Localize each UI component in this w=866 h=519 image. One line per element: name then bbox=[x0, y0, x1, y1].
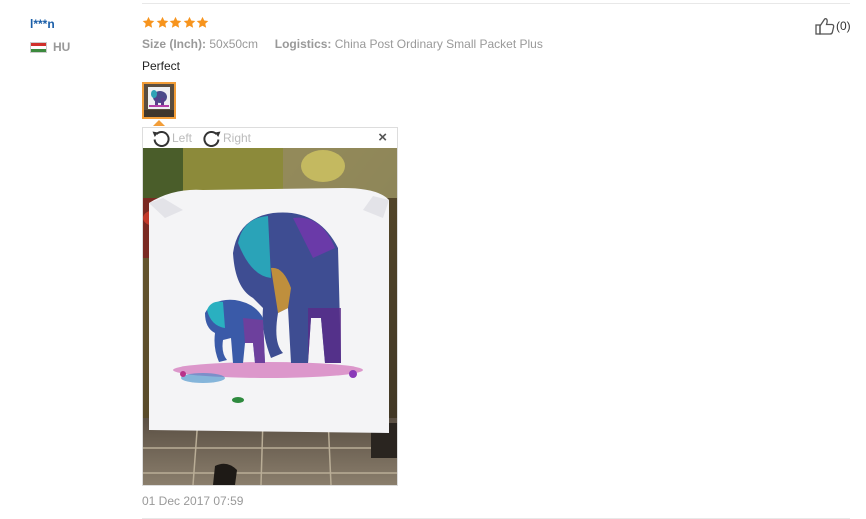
attr-logistics-key: Logistics: bbox=[274, 37, 332, 51]
reviewer-country: HU bbox=[53, 40, 71, 54]
rotate-left-button[interactable]: Left bbox=[151, 129, 192, 147]
photo-viewer-toolbar: Left Right × bbox=[143, 128, 397, 148]
rotate-right-icon bbox=[203, 131, 221, 147]
star-icon bbox=[196, 16, 209, 28]
review-date: 01 Dec 2017 07:59 bbox=[142, 494, 244, 508]
close-viewer-button[interactable]: × bbox=[378, 130, 387, 146]
helpful-count: (0) bbox=[836, 19, 851, 33]
rotate-right-button[interactable]: Right bbox=[202, 129, 251, 147]
thumbnail-pointer bbox=[153, 120, 165, 126]
divider-top bbox=[142, 3, 850, 4]
helpful-button[interactable]: (0) bbox=[815, 17, 851, 35]
order-attributes: Size (Inch): 50x50cm Logistics: China Po… bbox=[142, 37, 543, 51]
star-rating bbox=[142, 16, 210, 29]
reviewer-name[interactable]: l***n bbox=[30, 17, 55, 31]
attr-size-key: Size (Inch): bbox=[142, 37, 207, 51]
review-photo-thumbnail[interactable] bbox=[142, 82, 176, 119]
attr-size-value: 50x50cm bbox=[209, 37, 259, 51]
star-icon bbox=[156, 16, 168, 28]
thumbs-up-icon bbox=[815, 18, 835, 35]
rotate-left-icon bbox=[152, 131, 170, 147]
photo-viewer: Left Right × bbox=[142, 127, 398, 486]
star-icon bbox=[169, 16, 182, 28]
hungary-flag-icon bbox=[30, 42, 47, 53]
review-photo bbox=[143, 148, 397, 485]
rotate-left-label: Left bbox=[172, 131, 193, 145]
attr-logistics-value: China Post Ordinary Small Packet Plus bbox=[334, 37, 543, 51]
star-icon bbox=[142, 16, 155, 28]
star-icon bbox=[183, 16, 195, 28]
review-text: Perfect bbox=[142, 59, 181, 73]
rotate-right-label: Right bbox=[223, 131, 252, 145]
